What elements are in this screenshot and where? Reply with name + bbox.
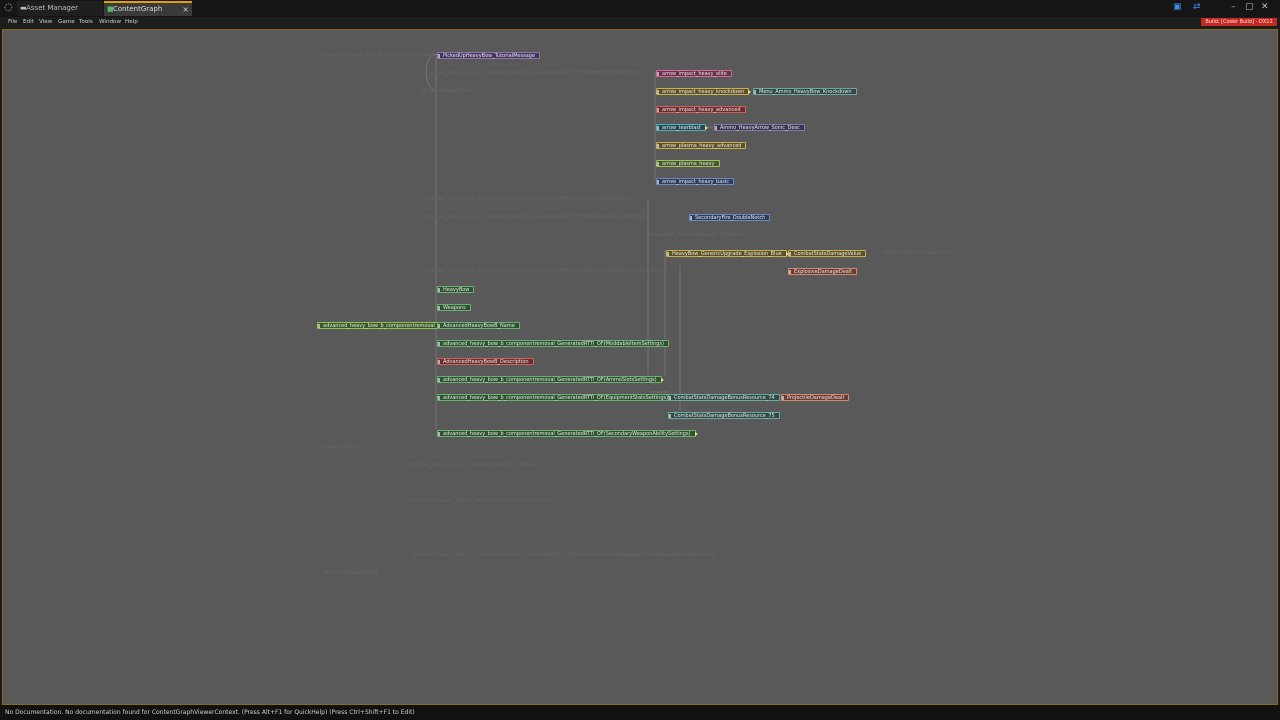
graph-node[interactable]: PickedUpHeavyBow_TutorialMessage xyxy=(437,52,541,59)
title-bar: ◌ ▬ Asset Manager ■ ContentGraph × ▣ ⇄ –… xyxy=(0,0,1280,17)
graph-node[interactable]: HeavyBow xyxy=(437,286,475,293)
close-tab-icon[interactable]: × xyxy=(182,3,189,16)
faded-node: advanced_heavy_bow_b_componentremoval_De… xyxy=(411,498,554,504)
faded-node: WeaponsItem xyxy=(323,444,358,450)
faded-node: CombatStatsDamageValue xyxy=(883,250,951,256)
graph-node[interactable]: advanced_heavy_bow_b_componentremoval_Ge… xyxy=(437,394,676,401)
graph-node[interactable]: arrow_plasma_heavy_advanced xyxy=(656,142,747,149)
menu-bar: File Edit View Game Tools Window Help xyxy=(0,17,1280,28)
graph-node[interactable]: Weapons xyxy=(437,304,471,311)
faded-node: advanced_heavy_bow_b_componentremoval_Ge… xyxy=(421,214,647,220)
graph-node[interactable]: arrow_plasma_heavy xyxy=(656,160,720,167)
menu-window[interactable]: Window xyxy=(99,17,121,28)
faded-node: AdvancedHeavyBowB xyxy=(323,570,378,576)
menu-file[interactable]: File xyxy=(8,17,17,28)
graph-icon: ■ xyxy=(107,5,114,13)
tab-asset-manager[interactable]: ▬ Asset Manager xyxy=(17,1,103,16)
menu-view[interactable]: View xyxy=(39,17,52,28)
faded-node: advanced_heavy_bow_b_componentremoval_Ge… xyxy=(421,70,642,76)
graph-node[interactable]: ProjectileDamageDealt xyxy=(781,394,850,401)
graph-node[interactable]: advanced_heavy_bow_b_componentremoval_Ge… xyxy=(437,430,698,437)
menu-help[interactable]: Help xyxy=(125,17,138,28)
graph-node[interactable]: CombatStatsDamageValue xyxy=(788,250,867,257)
status-bar: No Documentation. No documentation found… xyxy=(0,705,1280,720)
share-icon[interactable]: ⇄ xyxy=(1193,1,1201,13)
faded-node: PickedUpHeavyBow xyxy=(421,88,471,94)
faded-node: advanced_heavy_bow_b_componentremoval_Ge… xyxy=(411,552,637,558)
graph-node[interactable]: AdvancedHeavyBowB_Name xyxy=(437,322,520,329)
folder-icon: ▬ xyxy=(20,4,27,12)
graph-node[interactable]: Ammo_HeavyArrow_Sonic_Desc xyxy=(714,124,805,131)
graph-node[interactable]: arrow_impact_heavy_advanced xyxy=(656,106,746,113)
maximize-icon[interactable]: ▢ xyxy=(1245,1,1254,13)
faded-node: advanced_heavy_bow_b_componentremoval xyxy=(321,52,433,58)
graph-node[interactable]: CombatStatsDamageBonusResource_74 xyxy=(668,394,780,401)
graph-node[interactable]: arrow_tearblast xyxy=(656,124,708,131)
build-badge: Build: [Coder Build] - DX12 xyxy=(1201,18,1277,26)
graph-node[interactable]: SecondaryFire_DoubleNotch xyxy=(689,214,771,221)
graph-node[interactable]: arrow_impact_heavy_knockdown xyxy=(656,88,752,95)
graph-node[interactable]: advanced_heavy_bow_b_componentremoval xyxy=(317,322,442,329)
graph-edges xyxy=(423,53,787,430)
tab-label: ContentGraph xyxy=(113,5,163,13)
graph-node[interactable]: CombatStatsDamageBonusResource_75 xyxy=(668,412,780,419)
graph-node[interactable]: arrow_impact_heavy_basic xyxy=(656,178,735,185)
content-graph-canvas[interactable]: advanced_heavy_bow_b_componentremoval ad… xyxy=(2,29,1278,705)
menu-edit[interactable]: Edit xyxy=(23,17,34,28)
graph-node[interactable]: advanced_heavy_bow_b_componentremoval_Ge… xyxy=(437,376,664,383)
faded-node: advanced_heavy_bow_b_componentremoval_Ge… xyxy=(421,196,635,202)
tab-label: Asset Manager xyxy=(26,4,79,12)
faded-node: advanced_heavy_bow_b_componentremoval_Na… xyxy=(405,462,535,468)
menu-game[interactable]: Game xyxy=(58,17,75,28)
graph-node[interactable]: Menu_Ammo_HeavyBow_Knockdown xyxy=(753,88,857,95)
graph-node[interactable]: arrow_impact_heavy_elite xyxy=(656,70,732,77)
graph-node[interactable]: AdvancedHeavyBowB_Description xyxy=(437,358,534,365)
graph-node[interactable]: advanced_heavy_bow_b_componentremoval_Ge… xyxy=(437,340,669,347)
faded-node: HeavyBow_GenericUpgrade_Explosion xyxy=(648,232,745,238)
graph-node[interactable]: HeavyBow_GenericUpgrade_Explosion_Blue xyxy=(666,250,789,257)
menu-tools[interactable]: Tools xyxy=(79,17,93,28)
faded-node: advanced_heavy_bow_b_componentremoval_Ge… xyxy=(421,268,669,274)
close-window-icon[interactable]: ✕ xyxy=(1261,1,1269,13)
minimize-icon[interactable]: – xyxy=(1231,1,1236,13)
faded-node: CombatStatsDamageBonusResource xyxy=(623,552,715,558)
graph-node[interactable]: ExplosiveDamageDealt xyxy=(788,268,858,275)
app-logo-icon[interactable]: ◌ xyxy=(3,2,14,13)
tab-content-graph[interactable]: ■ ContentGraph × xyxy=(104,1,192,16)
chat-icon[interactable]: ▣ xyxy=(1173,1,1182,13)
